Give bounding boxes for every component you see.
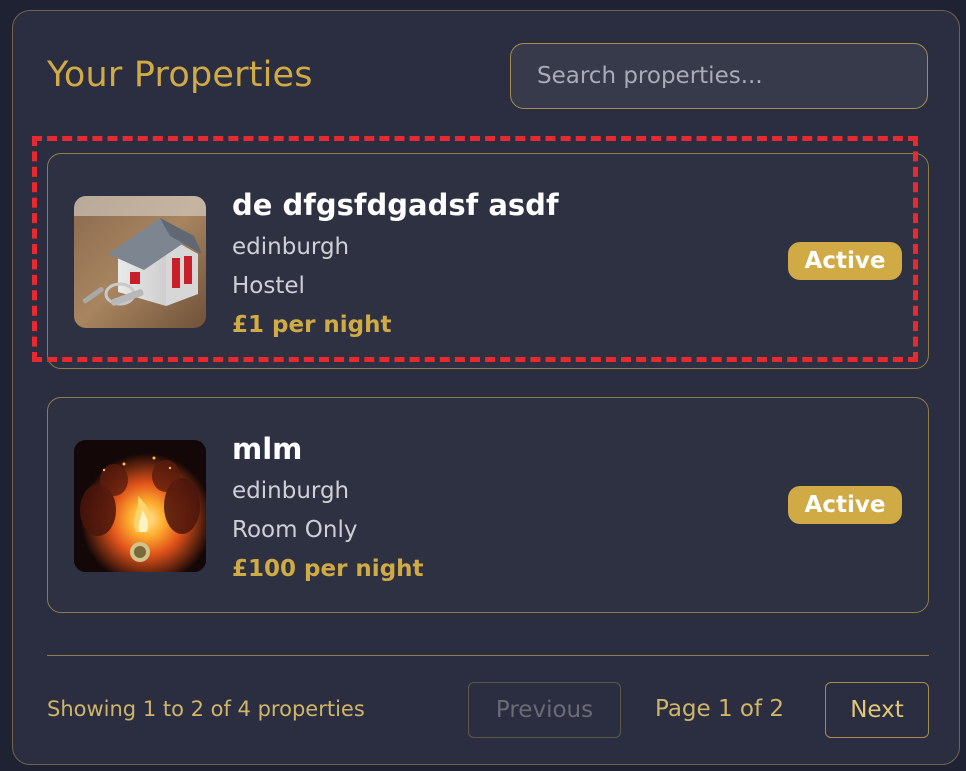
pagination-summary: Showing 1 to 2 of 4 properties [47, 697, 365, 721]
page-indicator: Page 1 of 2 [655, 696, 785, 722]
properties-panel: Your Properties Search properties... de … [12, 10, 960, 765]
property-city: edinburgh [232, 234, 350, 260]
status-badge: Active [788, 486, 902, 524]
status-badge: Active [788, 242, 902, 280]
house-key-photo-icon [74, 196, 206, 328]
page-title: Your Properties [47, 55, 313, 95]
property-image [74, 440, 206, 572]
property-name: mlm [232, 432, 303, 466]
property-price: £1 per night [232, 312, 392, 338]
next-button[interactable]: Next [825, 682, 929, 738]
property-card[interactable]: mlm edinburgh Room Only £100 per night A… [47, 397, 929, 613]
property-city: edinburgh [232, 478, 350, 504]
property-card[interactable]: de dfgsfdgadsf asdf edinburgh Hostel £1 … [47, 153, 929, 369]
property-type: Room Only [232, 517, 358, 543]
footer-divider [47, 655, 929, 656]
property-type: Hostel [232, 273, 305, 299]
property-name: de dfgsfdgadsf asdf [232, 188, 559, 222]
property-price: £100 per night [232, 556, 424, 582]
search-input[interactable] [510, 43, 928, 109]
property-image [74, 196, 206, 328]
previous-button[interactable]: Previous [468, 682, 621, 738]
campfire-photo-icon [74, 440, 206, 572]
